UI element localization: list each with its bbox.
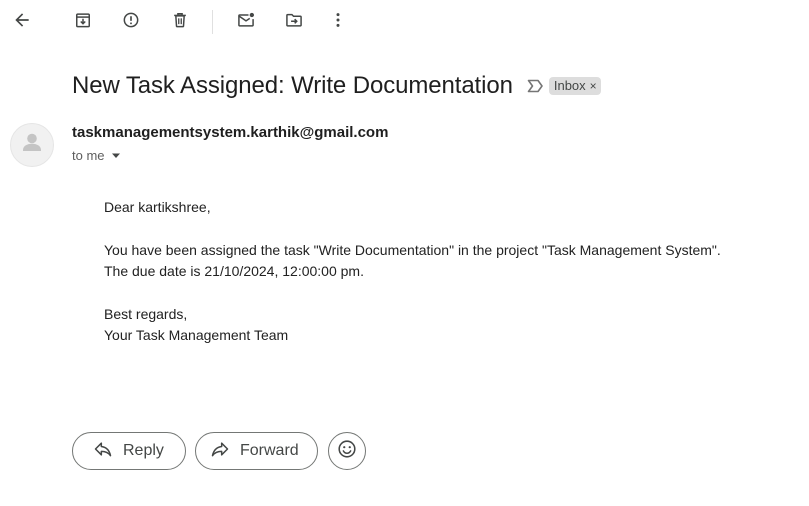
archive-icon (73, 10, 93, 35)
sender-avatar[interactable] (10, 123, 54, 167)
mark-unread-button[interactable] (230, 6, 262, 38)
recipient-details-toggle[interactable]: to me (72, 148, 122, 163)
smiley-icon (336, 438, 358, 465)
sender-email: taskmanagementsystem.karthik@gmail.com (72, 124, 389, 141)
label-chip-inbox: Inbox × (548, 77, 601, 95)
move-to-button[interactable] (278, 6, 310, 38)
body-greeting: Dear kartikshree, (104, 199, 211, 215)
report-spam-button[interactable] (115, 6, 147, 38)
caret-down-icon (110, 150, 122, 162)
report-spam-icon (121, 10, 141, 35)
toolbar-divider (212, 10, 213, 34)
delete-button[interactable] (164, 6, 196, 38)
reply-icon (93, 439, 113, 464)
more-options-button[interactable] (322, 6, 354, 38)
remove-label-button[interactable]: × (590, 79, 597, 93)
subject-row: New Task Assigned: Write Documentation I… (72, 68, 601, 104)
email-subject: New Task Assigned: Write Documentation (72, 72, 513, 99)
mark-unread-icon (236, 10, 256, 35)
move-to-icon (284, 10, 304, 35)
toolbar (0, 0, 809, 44)
body-line-1: You have been assigned the task "Write D… (104, 241, 721, 258)
back-arrow-icon (12, 10, 32, 35)
label-chip-text: Inbox (553, 78, 586, 93)
forward-icon (210, 439, 230, 464)
body-line-2: The due date is 21/10/2024, 12:00:00 pm. (104, 263, 364, 279)
delete-icon (170, 10, 190, 35)
importance-marker-icon[interactable] (525, 76, 545, 96)
recipient-text: to me (72, 148, 105, 163)
email-view: New Task Assigned: Write Documentation I… (0, 0, 809, 506)
person-icon (12, 124, 52, 166)
more-vert-icon (328, 10, 348, 35)
forward-label: Forward (240, 442, 299, 459)
emoji-reaction-button[interactable] (328, 432, 366, 470)
forward-button[interactable]: Forward (195, 432, 318, 470)
email-body: Dear kartikshree, You have been assigned… (104, 197, 721, 347)
reply-actions: Reply Forward (72, 432, 366, 470)
body-signature: Your Task Management Team (104, 327, 289, 343)
reply-label: Reply (123, 442, 164, 459)
archive-button[interactable] (67, 6, 99, 38)
reply-button[interactable]: Reply (72, 432, 186, 470)
body-closing: Best regards, (104, 305, 188, 322)
back-button[interactable] (6, 6, 38, 38)
